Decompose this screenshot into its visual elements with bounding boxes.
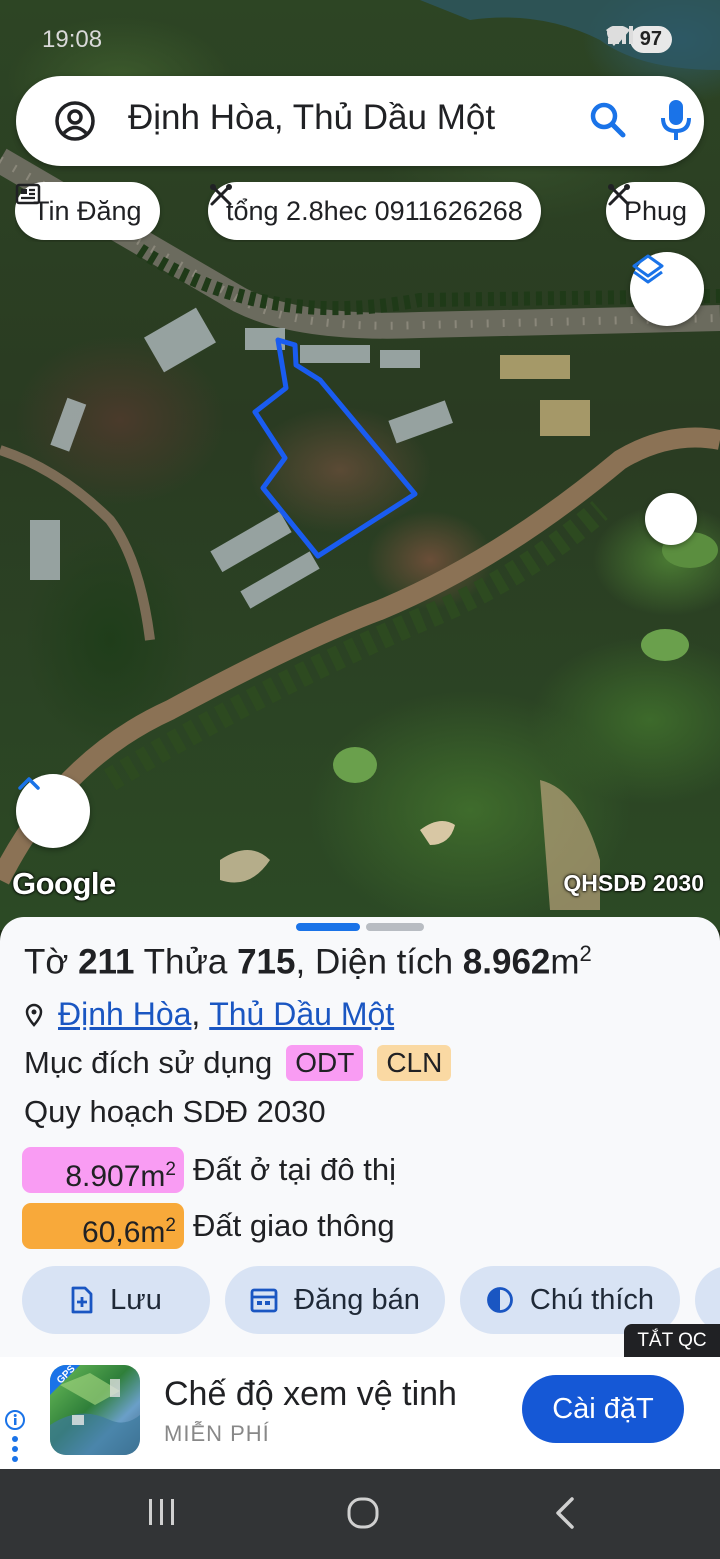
tool-icon	[210, 184, 232, 206]
ad-title: Chế độ xem vệ tinh	[164, 1375, 457, 1413]
ad-banner[interactable]: GPS Chế độ xem vệ tinh MIỄN PHÍ Cài đặT	[0, 1357, 720, 1469]
ad-info-icon[interactable]	[4, 1409, 26, 1463]
status-time: 19:08	[42, 26, 103, 53]
plan-area-value: 8.907m2	[22, 1147, 184, 1193]
ward-link[interactable]: Định Hòa	[58, 996, 191, 1033]
contrast-icon	[487, 1287, 513, 1313]
area-value: 8.962	[462, 942, 551, 982]
chip-label: Tin Đăng	[33, 195, 142, 226]
recent-apps-icon[interactable]	[146, 1495, 178, 1529]
chip-tong-2-8hec[interactable]: tổng 2.8hec 0911626268	[208, 182, 541, 240]
search-icon[interactable]	[586, 98, 630, 142]
sheet-handle[interactable]	[366, 923, 424, 931]
satellite-map[interactable]: 19:08 97 Định Hòa, Thủ Dầu Một Tin Đăng …	[0, 0, 720, 930]
lot-number: 715	[237, 942, 296, 982]
account-icon[interactable]	[54, 100, 96, 142]
search-bar[interactable]: Định Hòa, Thủ Dầu Một	[16, 76, 704, 166]
chip-label: Phug	[624, 195, 688, 226]
tag-odt: ODT	[286, 1045, 364, 1081]
tool-icon	[608, 184, 630, 206]
search-input[interactable]: Định Hòa, Thủ Dầu Một	[128, 98, 495, 138]
hide-ads-button[interactable]: TẮT QC	[624, 1324, 720, 1358]
side-handle-button[interactable]	[645, 493, 697, 545]
google-logo: Google	[12, 866, 116, 901]
plan-area-label: Đất ở tại đô thị	[193, 1152, 396, 1187]
chip-label: tổng 2.8hec 0911626268	[226, 195, 523, 226]
post-for-sale-button[interactable]: Đăng bán	[225, 1266, 445, 1334]
sheet-handle-active[interactable]	[296, 923, 360, 931]
action-buttons: Lưu Đăng bán Chú thích	[22, 1266, 720, 1334]
map-pin-icon	[25, 1003, 43, 1027]
chip-tin-dang[interactable]: Tin Đăng	[15, 182, 160, 240]
tag-cln: CLN	[377, 1045, 452, 1081]
system-navigation-bar	[0, 1469, 720, 1559]
plan-area-value: 60,6m2	[22, 1203, 184, 1249]
parcel-info-sheet: Tờ 211 Thửa 715, Diện tích 8.962m2 Định …	[0, 917, 720, 1357]
newspaper-icon	[15, 183, 41, 205]
back-icon[interactable]	[552, 1495, 578, 1531]
save-button[interactable]: Lưu	[22, 1266, 210, 1334]
ad-app-icon[interactable]: GPS	[50, 1365, 140, 1455]
expand-up-button[interactable]	[16, 774, 90, 848]
home-icon[interactable]	[345, 1495, 381, 1531]
install-button[interactable]: Cài đặT	[522, 1375, 684, 1443]
status-icons: 97	[605, 26, 672, 53]
location-line: Định Hòa, Thủ Dầu Một	[24, 996, 394, 1033]
city-link[interactable]: Thủ Dầu Một	[209, 996, 394, 1033]
chevron-up-icon	[18, 777, 40, 790]
parcel-summary: Tờ 211 Thửa 715, Diện tích 8.962m2	[24, 941, 592, 982]
plan-area-row: 60,6m2 Đất giao thông	[22, 1203, 395, 1249]
status-bar: 19:08 97	[0, 22, 720, 58]
bookmark-add-icon	[71, 1286, 93, 1314]
plan-title: Quy hoạch SDĐ 2030	[24, 1094, 326, 1129]
layers-button[interactable]	[630, 252, 704, 326]
plan-area-row: 8.907m2 Đất ở tại đô thị	[22, 1147, 396, 1193]
plan-area-label: Đất giao thông	[193, 1208, 395, 1243]
mic-icon[interactable]	[656, 98, 696, 142]
overlay-label: QHSDĐ 2030	[563, 870, 704, 896]
ad-subtitle: MIỄN PHÍ	[164, 1421, 270, 1446]
sheet-number: 211	[78, 942, 135, 982]
battery-indicator: 97	[629, 26, 672, 53]
filter-chips: Tin Đăng tổng 2.8hec 0911626268 Phug	[15, 182, 720, 242]
land-use-purpose: Mục đích sử dụng ODT CLN	[24, 1045, 452, 1081]
chip-phug[interactable]: Phug	[606, 182, 706, 240]
layers-icon	[632, 254, 664, 284]
calendar-icon	[250, 1288, 278, 1313]
